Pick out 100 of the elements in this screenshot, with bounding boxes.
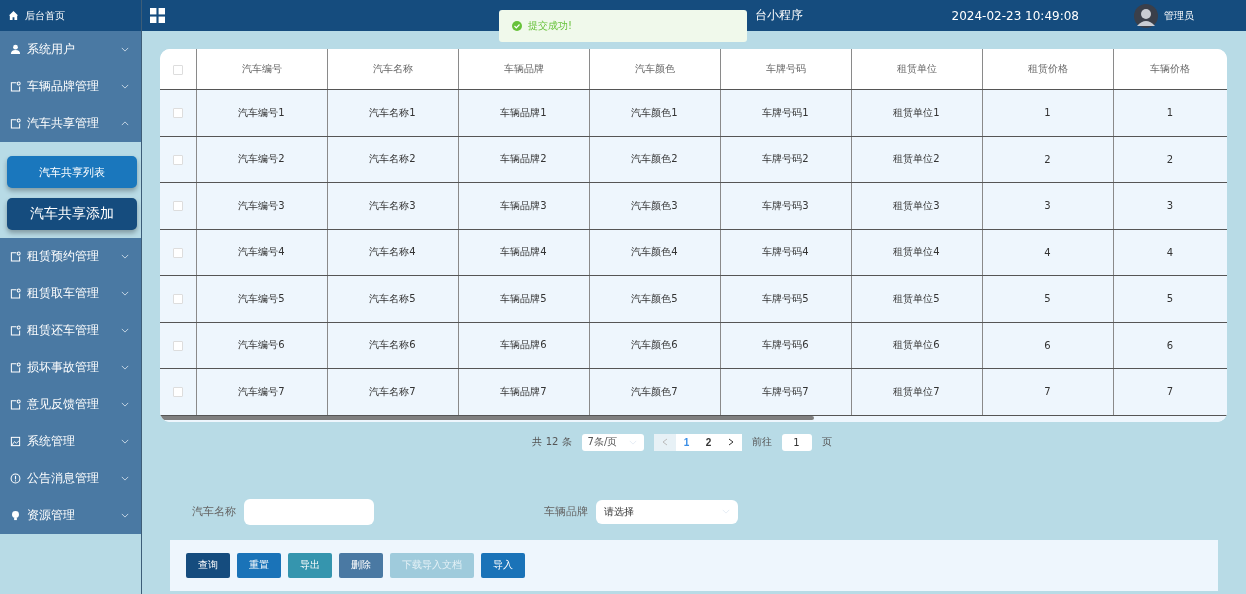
column-header: 车辆价格 [1113,49,1227,90]
page-suffix: 页 [821,435,832,449]
sidebar-item[interactable]: 系统管理 [0,423,141,460]
table-cell: 2 [1113,136,1227,183]
table-cell: 车辆品牌5 [458,275,589,322]
chevron-down-icon [121,476,129,481]
table-cell: 6 [982,322,1113,369]
row-checkbox[interactable] [172,247,183,258]
name-input-field[interactable] [244,498,374,525]
chevron-down-icon [121,254,129,259]
document-icon [10,399,21,410]
table-cell: 车牌号码1 [720,89,851,136]
action-button[interactable]: 导入 [481,552,525,578]
table-cell: 汽车颜色7 [589,368,720,415]
table-cell: 汽车颜色3 [589,182,720,229]
brand-select[interactable]: 请选择 [596,499,738,524]
chevron-down-icon [121,402,129,407]
table-cell: 汽车编号5 [196,275,327,322]
action-button[interactable]: 删除 [339,552,383,578]
table-cell: 4 [1113,229,1227,276]
page-size-select[interactable]: 7条/页 [581,433,644,451]
sidebar-item[interactable]: 损坏事故管理 [0,349,141,386]
table-cell: 车辆品牌1 [458,89,589,136]
sidebar-item-label: 资源管理 [27,507,76,524]
table-cell: 租赁单位3 [851,182,982,229]
sidebar-item[interactable]: 公告消息管理 [0,460,141,497]
table-cell: 7 [982,368,1113,415]
sidebar-item-label: 系统用户 [27,41,76,58]
info-icon [10,473,21,484]
column-header: 车辆品牌 [458,49,589,90]
sidebar-item[interactable]: 汽车共享管理 [0,105,141,142]
row-checkbox[interactable] [172,294,183,305]
sidebar-item[interactable]: 租赁预约管理 [0,238,141,275]
table-cell: 汽车编号4 [196,229,327,276]
action-button[interactable]: 查询 [186,552,230,578]
chevron-down-icon [121,328,129,333]
table-cell: 车辆品牌2 [458,136,589,183]
table-cell: 租赁单位1 [851,89,982,136]
table-cell: 汽车名称1 [327,89,458,136]
table-cell: 车辆品牌3 [458,182,589,229]
table-cell: 汽车颜色5 [589,275,720,322]
sidebar-home-item[interactable]: 后台首页 [0,0,141,31]
sidebar-item[interactable]: 车辆品牌管理 [0,68,141,105]
field-label: 车辆品牌 [544,504,588,519]
chevron-down-icon [121,47,129,52]
sidebar-item[interactable]: 意见反馈管理 [0,386,141,423]
home-icon [8,10,19,21]
table-cell: 车牌号码4 [720,229,851,276]
table-cell: 汽车编号3 [196,182,327,229]
chevron-down-icon [121,365,129,370]
action-button[interactable]: 导出 [288,552,332,578]
column-header: 租赁价格 [982,49,1113,90]
table-cell: 2 [982,136,1113,183]
table-cell: 车牌号码2 [720,136,851,183]
table-cell: 汽车编号7 [196,368,327,415]
grid-menu-icon[interactable] [150,8,165,23]
table-cell: 车牌号码6 [720,322,851,369]
column-header: 租赁单位 [851,49,982,90]
total-count: 共 12 条 [532,435,572,449]
table-cell: 6 [1113,322,1227,369]
goto-page-field[interactable]: 1 [781,433,812,451]
sidebar-item[interactable]: 租赁还车管理 [0,312,141,349]
table-cell: 汽车编号6 [196,322,327,369]
success-icon [512,21,522,31]
submenu-item[interactable]: 汽车共享添加 [7,198,137,230]
scrollbar-thumb[interactable] [160,415,814,420]
row-checkbox[interactable] [172,387,183,398]
app-title: 台小程序 [755,7,803,24]
column-header: 车牌号码 [720,49,851,90]
table-cell: 汽车名称6 [327,322,458,369]
table-cell: 汽车名称3 [327,182,458,229]
home-label: 后台首页 [25,8,65,23]
table-cell: 租赁单位5 [851,275,982,322]
column-header: 汽车编号 [196,49,327,90]
submenu-item[interactable]: 汽车共享列表 [7,156,137,188]
sidebar-item-label: 租赁取车管理 [27,285,100,302]
row-checkbox[interactable] [172,201,183,212]
user-icon [10,44,21,55]
table-cell: 车牌号码7 [720,368,851,415]
table-cell: 车辆品牌6 [458,322,589,369]
chevron-left-icon [661,438,668,446]
table-cell: 车牌号码5 [720,275,851,322]
table-cell: 车辆品牌4 [458,229,589,276]
table-cell: 汽车颜色2 [589,136,720,183]
toast-message: 提交成功! [528,19,572,33]
action-button[interactable]: 重置 [237,552,281,578]
table-cell: 租赁单位2 [851,136,982,183]
sidebar-item[interactable]: 系统用户 [0,31,141,68]
username[interactable]: 管理员 [1164,8,1194,23]
table-cell: 1 [982,89,1113,136]
row-checkbox[interactable] [172,108,183,119]
select-all-checkbox[interactable] [172,64,183,75]
sidebar-item[interactable]: 租赁取车管理 [0,275,141,312]
sidebar-item[interactable]: 资源管理 [0,497,141,534]
row-checkbox[interactable] [172,340,183,351]
avatar[interactable] [1134,3,1158,28]
table-cell: 汽车编号1 [196,89,327,136]
field-label: 汽车名称 [192,504,236,519]
row-checkbox[interactable] [172,154,183,165]
table-cell: 汽车名称5 [327,275,458,322]
